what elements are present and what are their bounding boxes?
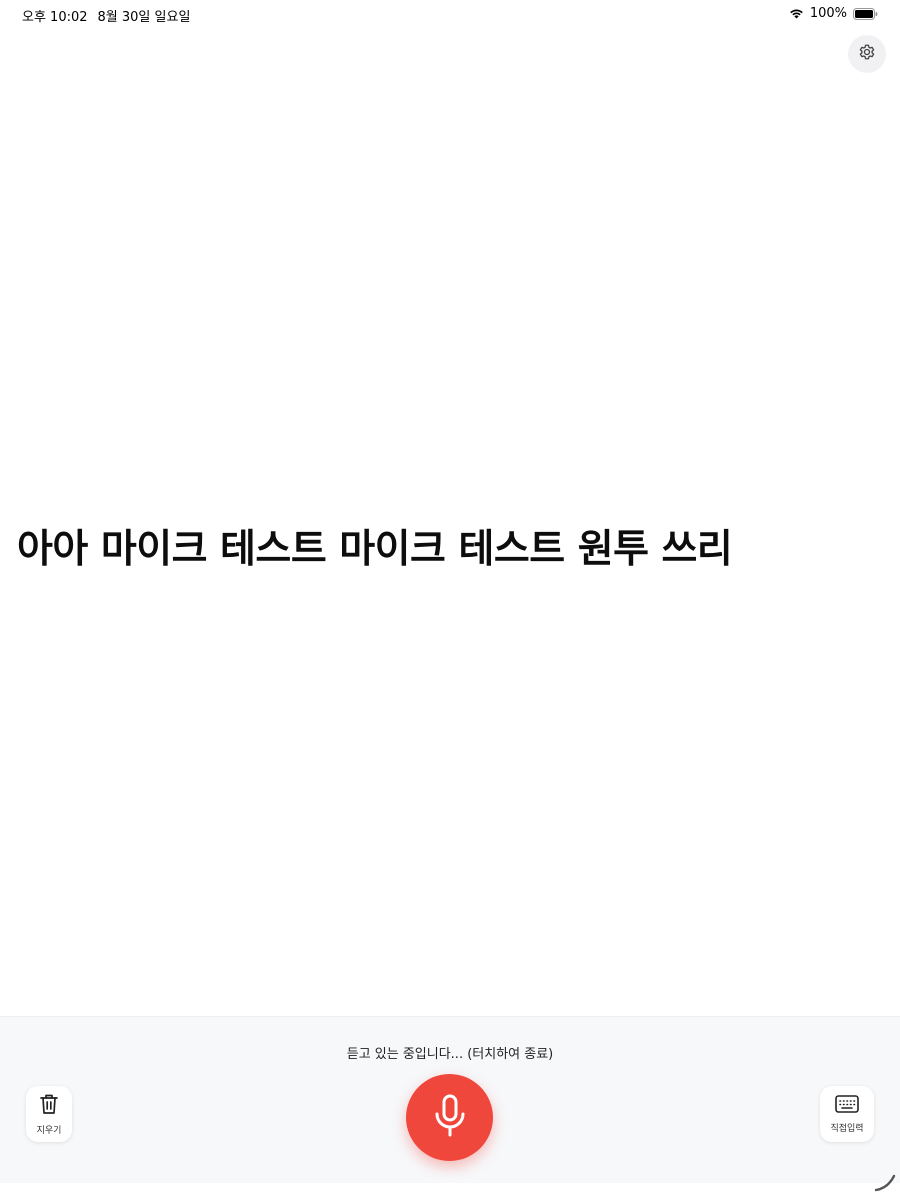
status-time: 오후 10:02	[22, 10, 88, 25]
listening-status[interactable]: 듣고 있는 중입니다... (터치하여 종료)	[0, 1043, 900, 1062]
app-screen: 오후 10:02 8월 30일 일요일 100% 아아 마이크 테스트 마이크 …	[0, 0, 900, 1200]
keyboard-input-button[interactable]: 직접입력	[820, 1086, 874, 1142]
wifi-icon	[789, 8, 804, 19]
battery-percent: 100%	[809, 6, 847, 21]
keyboard-icon	[835, 1094, 859, 1117]
battery-icon	[853, 7, 878, 20]
status-right: 100%	[789, 6, 878, 21]
status-date: 8월 30일 일요일	[97, 10, 191, 25]
corner-indicator-icon	[874, 1172, 896, 1196]
clear-button[interactable]: 지우기	[26, 1086, 72, 1142]
status-left: 오후 10:02 8월 30일 일요일	[22, 6, 190, 25]
microphone-icon	[433, 1094, 467, 1142]
microphone-button[interactable]	[406, 1074, 493, 1161]
bottom-panel: 듣고 있는 중입니다... (터치하여 종료) 지우기 직접입력	[0, 1016, 900, 1183]
gear-icon	[857, 42, 877, 66]
trash-icon	[39, 1093, 59, 1119]
transcript-text: 아아 마이크 테스트 마이크 테스트 원투 쓰리	[17, 527, 733, 572]
settings-button[interactable]	[848, 35, 886, 73]
status-bar: 오후 10:02 8월 30일 일요일 100%	[0, 0, 900, 28]
keyboard-button-label: 직접입력	[830, 1123, 864, 1134]
clear-button-label: 지우기	[36, 1125, 62, 1136]
